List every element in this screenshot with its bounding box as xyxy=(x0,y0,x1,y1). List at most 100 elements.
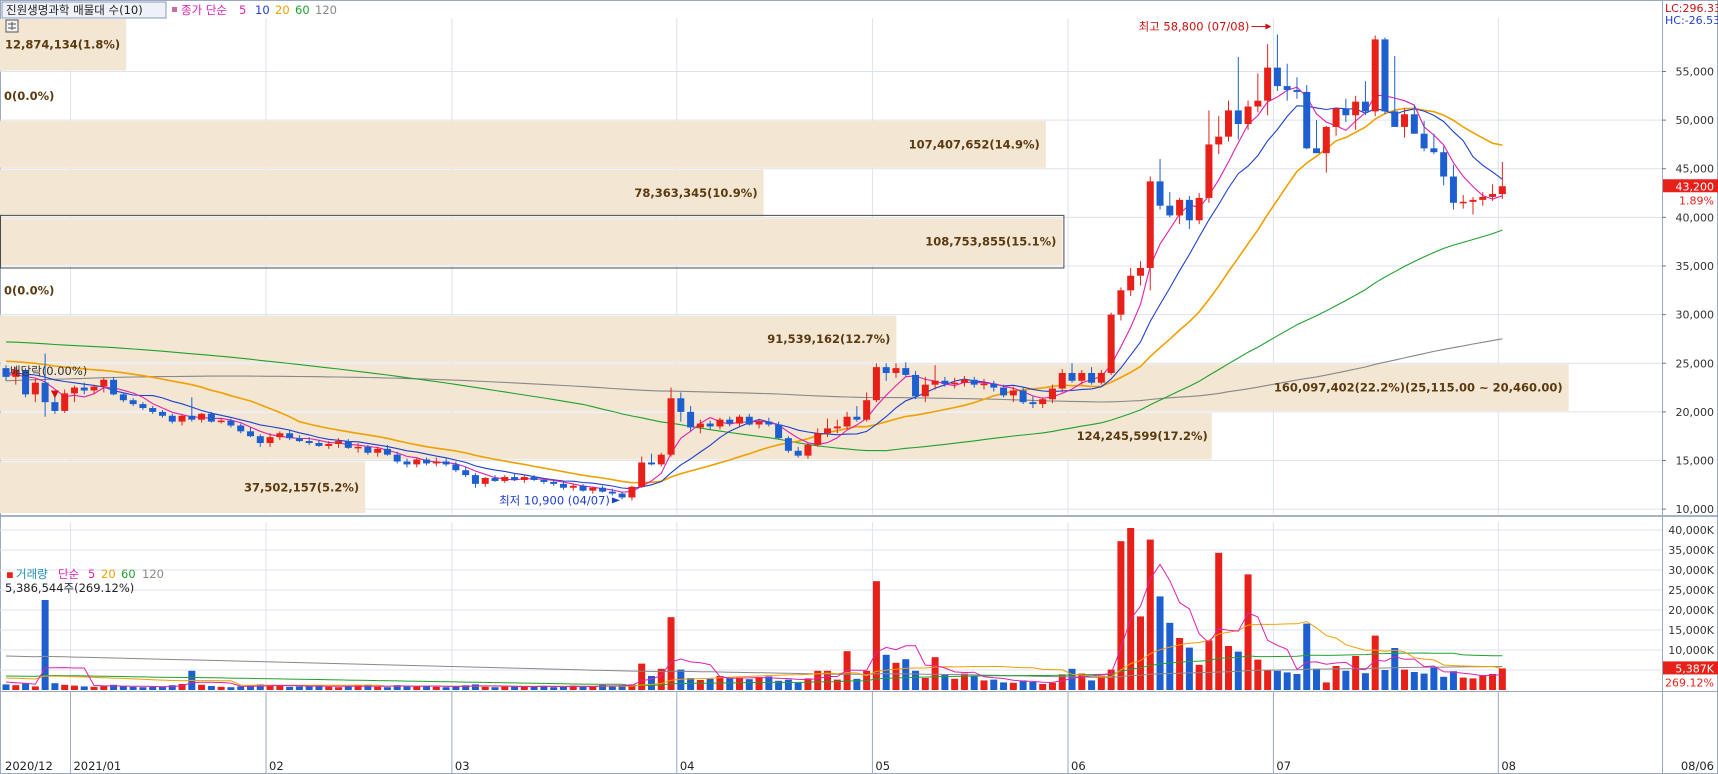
candle-body[interactable] xyxy=(276,433,284,438)
candle-body[interactable] xyxy=(1068,372,1076,381)
candle-body[interactable] xyxy=(188,415,196,420)
candle-body[interactable] xyxy=(305,441,313,444)
candle-body[interactable] xyxy=(247,431,254,437)
candle-body[interactable] xyxy=(61,393,69,411)
candle-body[interactable] xyxy=(579,485,587,491)
volume-bar[interactable] xyxy=(687,678,695,690)
candle-body[interactable] xyxy=(755,421,763,425)
volume-bar[interactable] xyxy=(755,677,763,690)
candle-body[interactable] xyxy=(1215,136,1223,145)
candle-body[interactable] xyxy=(892,368,900,373)
candle-body[interactable] xyxy=(1136,267,1144,276)
candle-body[interactable] xyxy=(256,436,264,444)
candle-body[interactable] xyxy=(217,420,225,423)
volume-bar[interactable] xyxy=(1342,670,1350,690)
candle-body[interactable] xyxy=(638,462,646,487)
candle-body[interactable] xyxy=(912,374,920,397)
volume-bar[interactable] xyxy=(1313,668,1321,690)
candle-body[interactable] xyxy=(1459,201,1467,204)
volume-bar[interactable] xyxy=(1420,673,1428,690)
candle-body[interactable] xyxy=(814,433,822,445)
candle-body[interactable] xyxy=(354,446,362,449)
candle-body[interactable] xyxy=(1166,205,1174,216)
volume-bar[interactable] xyxy=(638,663,646,690)
volume-bar[interactable] xyxy=(882,654,890,690)
volume-bar[interactable] xyxy=(413,686,421,690)
stock-chart[interactable]: 55,000 50,000 45,000 40,000 35,000 30,000 25,0… xyxy=(0,0,1718,774)
volume-bar[interactable] xyxy=(80,686,88,690)
volume-bar[interactable] xyxy=(2,684,10,690)
candle-body[interactable] xyxy=(383,448,391,455)
candle-body[interactable] xyxy=(158,411,166,416)
candle-body[interactable] xyxy=(393,454,401,462)
volume-bar[interactable] xyxy=(1244,574,1252,690)
candle-body[interactable] xyxy=(647,462,655,465)
candle-body[interactable] xyxy=(960,379,968,383)
candle-body[interactable] xyxy=(403,461,411,465)
candle-body[interactable] xyxy=(286,433,294,439)
candle-body[interactable] xyxy=(599,487,607,492)
volume-bar[interactable] xyxy=(951,678,959,690)
candle-body[interactable] xyxy=(1029,402,1037,405)
candle-body[interactable] xyxy=(921,384,929,397)
candle-body[interactable] xyxy=(491,478,499,481)
candle-body[interactable] xyxy=(335,441,343,444)
volume-bar[interactable] xyxy=(1498,668,1506,690)
volume-bar[interactable] xyxy=(706,678,714,690)
candle-body[interactable] xyxy=(168,415,176,422)
candle-body[interactable] xyxy=(550,481,558,484)
volume-bar[interactable] xyxy=(1088,680,1096,690)
volume-bar[interactable] xyxy=(696,680,704,690)
candle-body[interactable] xyxy=(1146,181,1154,268)
candle-body[interactable] xyxy=(1205,144,1213,198)
candle-body[interactable] xyxy=(745,416,753,425)
volume-bar[interactable] xyxy=(921,678,929,690)
candle-body[interactable] xyxy=(794,450,802,456)
candle-body[interactable] xyxy=(501,477,509,481)
candle-body[interactable] xyxy=(559,483,567,488)
candle-body[interactable] xyxy=(1479,196,1487,200)
volume-bar[interactable] xyxy=(198,684,206,690)
volume-bar[interactable] xyxy=(1361,673,1369,690)
candle-body[interactable] xyxy=(315,443,323,446)
candle-body[interactable] xyxy=(853,416,861,420)
candle-body[interactable] xyxy=(677,398,685,412)
volume-bar[interactable] xyxy=(1146,539,1154,690)
volume-bar[interactable] xyxy=(784,679,792,690)
candle-body[interactable] xyxy=(1322,126,1330,154)
candle-body[interactable] xyxy=(1195,197,1203,221)
volume-bar[interactable] xyxy=(1029,682,1037,690)
volume-bar[interactable] xyxy=(736,677,743,690)
volume-bar[interactable] xyxy=(237,686,245,690)
candle-body[interactable] xyxy=(2,368,10,377)
candle-body[interactable] xyxy=(374,448,382,453)
candle-body[interactable] xyxy=(716,419,724,427)
volume-bar[interactable] xyxy=(990,679,998,690)
candle-body[interactable] xyxy=(1234,110,1242,125)
candle-body[interactable] xyxy=(31,382,39,395)
volume-bar[interactable] xyxy=(31,686,39,690)
volume-bar[interactable] xyxy=(1166,622,1174,690)
candle-body[interactable] xyxy=(1176,199,1184,216)
candle-body[interactable] xyxy=(618,493,626,498)
candle-body[interactable] xyxy=(139,404,147,408)
candle-body[interactable] xyxy=(804,444,812,456)
candle-body[interactable] xyxy=(765,421,773,425)
volume-bar[interactable] xyxy=(1449,671,1457,690)
candle-body[interactable] xyxy=(442,461,450,465)
candle-body[interactable] xyxy=(1019,390,1027,403)
candle-body[interactable] xyxy=(1009,390,1017,396)
candle-body[interactable] xyxy=(1273,67,1281,87)
candle-body[interactable] xyxy=(863,400,871,420)
volume-bar[interactable] xyxy=(1264,670,1272,690)
candle-body[interactable] xyxy=(951,382,959,385)
volume-bar[interactable] xyxy=(286,686,294,690)
candle-body[interactable] xyxy=(1078,372,1086,381)
candle-body[interactable] xyxy=(452,464,460,471)
volume-bar[interactable] xyxy=(1127,528,1135,690)
volume-bar[interactable] xyxy=(726,678,734,690)
volume-bar[interactable] xyxy=(1293,674,1301,690)
volume-bar[interactable] xyxy=(1254,659,1262,690)
volume-bar[interactable] xyxy=(1048,682,1056,690)
candle-body[interactable] xyxy=(1088,372,1096,383)
